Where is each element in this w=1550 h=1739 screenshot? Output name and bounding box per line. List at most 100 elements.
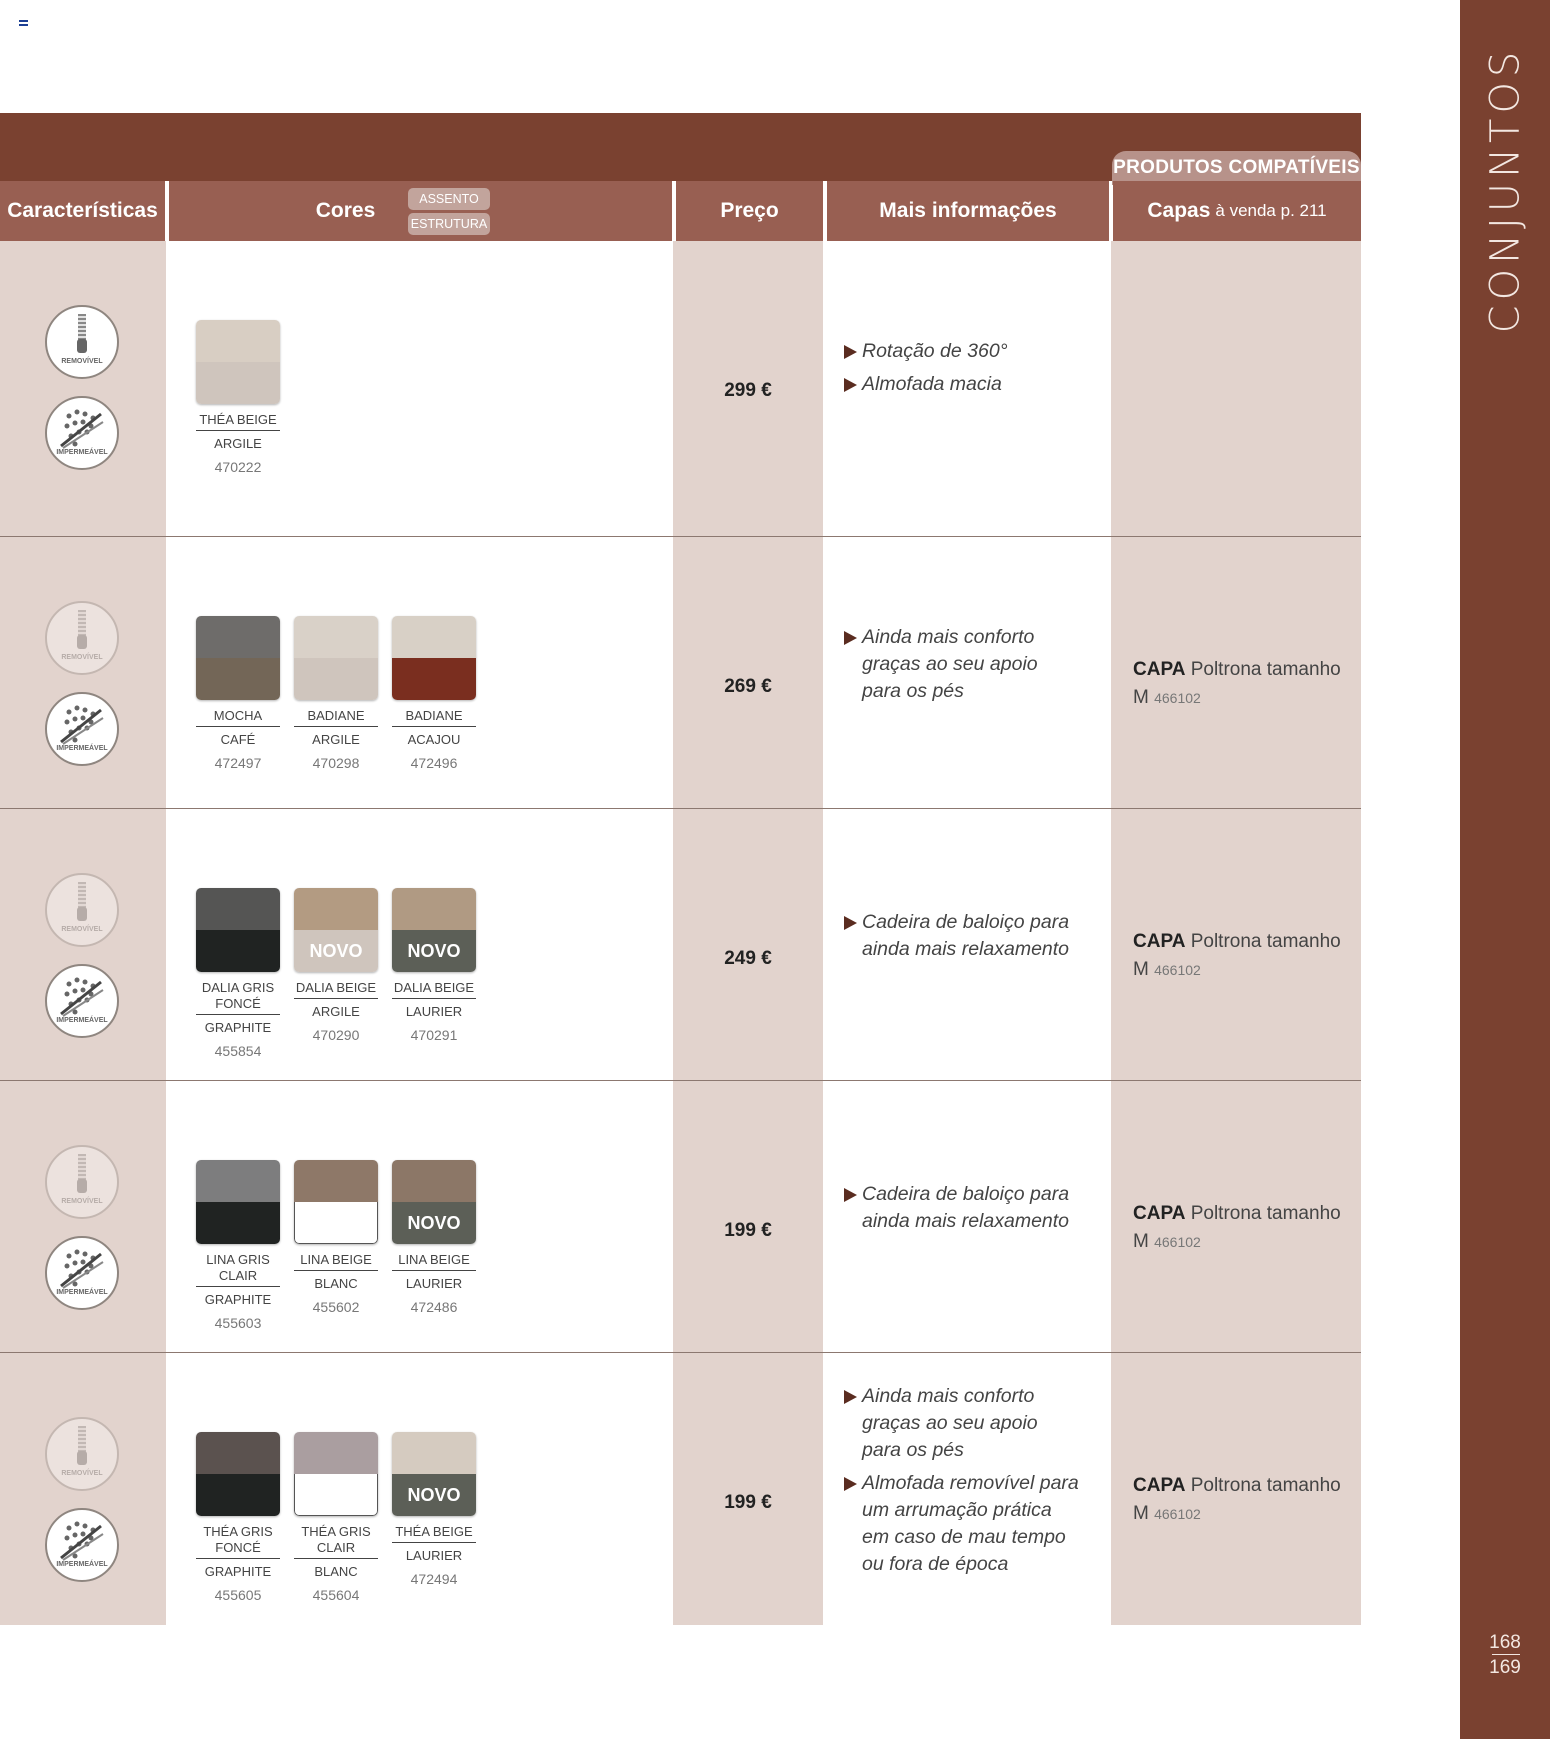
swatch-structure: ACAJOU: [407, 732, 461, 747]
swatch-code: 455605: [214, 1587, 262, 1603]
swatch-structure-color: [196, 362, 280, 404]
price-value: 269 €: [724, 676, 772, 697]
swatch-name: LINA GRIS CLAIR: [196, 1252, 280, 1287]
swatch-structure: ARGILE: [312, 732, 360, 747]
swatch-name: THÉA GRIS CLAIR: [294, 1524, 378, 1559]
swatch-name: MOCHA: [196, 708, 280, 727]
removable-badge-label: REMOVÍVEL: [61, 358, 103, 365]
row-divider: [0, 1352, 1361, 1353]
swatch-structure: BLANC: [314, 1564, 358, 1579]
waterproof-badge-icon: IMPERMEÁVEL: [45, 1508, 119, 1582]
swatch-code: 470298: [312, 755, 360, 771]
color-swatch[interactable]: [294, 616, 378, 700]
row-divider: [0, 808, 1361, 809]
swatch-structure-color: [294, 1474, 378, 1516]
more-info-list: Ainda mais conforto graças ao seu apoio …: [842, 1383, 1082, 1584]
info-bullet-item: Almofada removível para um arrumação prá…: [842, 1470, 1082, 1578]
waterproof-badge-label: IMPERMEÁVEL: [56, 1017, 108, 1024]
cover-label: CAPA: [1133, 1203, 1186, 1224]
header-label: Cores: [315, 199, 376, 222]
waterproof-badge-label: IMPERMEÁVEL: [56, 1561, 108, 1568]
color-swatch[interactable]: [196, 1432, 280, 1516]
swatch-structure: LAURIER: [405, 1004, 463, 1019]
swatch-seat-color: [294, 1432, 378, 1474]
swatch-seat-color: [392, 888, 476, 930]
swatch-seat-color: [392, 1160, 476, 1202]
color-swatch[interactable]: [294, 1160, 378, 1244]
swatch-code: 455603: [214, 1315, 262, 1331]
swatch-name: LINA BEIGE: [392, 1252, 476, 1271]
swatch-code: 470222: [214, 459, 262, 475]
color-swatch[interactable]: [196, 320, 280, 404]
swatch-name: DALIA BEIGE: [294, 980, 378, 999]
swatch-structure-color: [196, 1474, 280, 1516]
removable-badge-label: REMOVÍVEL: [61, 1470, 103, 1477]
waterproof-badge-icon: IMPERMEÁVEL: [45, 396, 119, 470]
color-swatch[interactable]: [392, 616, 476, 700]
swatch-code: 472496: [410, 755, 458, 771]
price-value: 199 €: [724, 1220, 772, 1241]
more-info-list: Ainda mais conforto graças ao seu apoio …: [842, 624, 1082, 711]
new-badge: NOVO: [407, 941, 461, 961]
header-note: à venda p. 211: [1215, 201, 1327, 220]
swatch-name: BADIANE: [392, 708, 476, 727]
header-label: Capas: [1147, 199, 1211, 222]
color-swatch[interactable]: [196, 888, 280, 972]
waterproof-badge-label: IMPERMEÁVEL: [56, 1289, 108, 1296]
swatch-code: 472497: [214, 755, 262, 771]
price-value: 199 €: [724, 1492, 772, 1513]
swatch-structure-color: [294, 1202, 378, 1244]
swatch-seat-color: [294, 888, 378, 930]
swatch-structure-color: [196, 658, 280, 700]
swatch-name: THÉA BEIGE: [196, 412, 280, 431]
page-number-left: 168: [1489, 1632, 1521, 1653]
color-swatch[interactable]: NOVO: [392, 1432, 476, 1516]
cover-code: 466102: [1154, 690, 1201, 706]
swatch-structure: GRAPHITE: [204, 1564, 272, 1579]
more-info-list: Rotação de 360° Almofada macia: [842, 338, 1082, 404]
swatch-structure: GRAPHITE: [204, 1292, 272, 1307]
color-swatch[interactable]: NOVO: [294, 888, 378, 972]
swatch-name: LINA BEIGE: [294, 1252, 378, 1271]
header-capas: Capas à venda p. 211: [1113, 181, 1361, 241]
removable-badge-label: REMOVÍVEL: [61, 926, 103, 933]
new-badge: NOVO: [309, 941, 363, 961]
removable-badge-label: REMOVÍVEL: [61, 1198, 103, 1205]
swatch-structure: ARGILE: [312, 1004, 360, 1019]
row-divider: [0, 536, 1361, 537]
compatible-cover: CAPA Poltrona tamanho M 466102: [1133, 1200, 1353, 1256]
color-swatch[interactable]: NOVO: [392, 888, 476, 972]
swatch-structure: LAURIER: [405, 1276, 463, 1291]
swatch-structure: CAFÉ: [220, 732, 256, 747]
swatch-name: DALIA BEIGE: [392, 980, 476, 999]
header-label: Características: [7, 199, 158, 222]
more-info-list: Cadeira de baloiço para ainda mais relax…: [842, 909, 1082, 969]
swatch-code: 470291: [410, 1027, 458, 1043]
color-swatch[interactable]: [196, 1160, 280, 1244]
info-bullet-item: Cadeira de baloiço para ainda mais relax…: [842, 909, 1082, 963]
waterproof-badge-icon: IMPERMEÁVEL: [45, 1236, 119, 1310]
swatch-seat-color: [196, 1432, 280, 1474]
removable-badge-icon: REMOVÍVEL: [45, 1417, 119, 1491]
row-divider: [0, 1080, 1361, 1081]
swatch-seat-color: [392, 616, 476, 658]
swatch-seat-color: [392, 1432, 476, 1474]
swatch-seat-color: [196, 320, 280, 362]
cover-label: CAPA: [1133, 1475, 1186, 1496]
column-preco: [673, 241, 823, 1625]
swatch-seat-color: [294, 616, 378, 658]
cover-label: CAPA: [1133, 931, 1186, 952]
swatch-code: 455854: [214, 1043, 262, 1059]
info-bullet-item: Almofada macia: [842, 371, 1082, 398]
color-swatch[interactable]: [294, 1432, 378, 1516]
removable-badge-icon: REMOVÍVEL: [45, 873, 119, 947]
color-swatch[interactable]: [196, 616, 280, 700]
new-badge: NOVO: [407, 1213, 461, 1233]
compatible-cover: CAPA Poltrona tamanho M 466102: [1133, 656, 1353, 712]
swatch-code: 472486: [410, 1299, 458, 1315]
new-badge: NOVO: [407, 1485, 461, 1505]
color-swatch[interactable]: NOVO: [392, 1160, 476, 1244]
swatch-code: 470290: [312, 1027, 360, 1043]
swatch-name: THÉA GRIS FONCÉ: [196, 1524, 280, 1559]
waterproof-badge-icon: IMPERMEÁVEL: [45, 692, 119, 766]
